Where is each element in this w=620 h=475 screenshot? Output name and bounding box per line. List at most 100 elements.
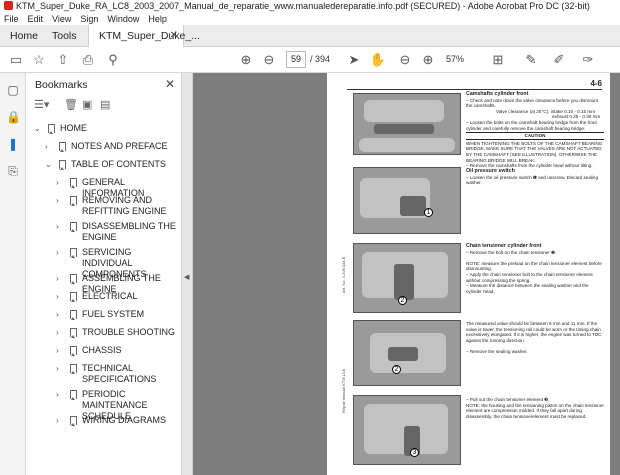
acrobat-logo-icon <box>4 1 13 10</box>
page-number-input[interactable]: 59 <box>286 51 306 68</box>
menu-window[interactable]: Window <box>107 14 139 24</box>
print-icon[interactable]: ⎙ <box>79 51 97 69</box>
chevron-right-icon[interactable]: › <box>56 328 64 337</box>
chevron-down-icon[interactable]: ⌄ <box>45 160 53 169</box>
attachments-icon[interactable]: ⎘ <box>6 164 20 178</box>
heading-chain-tensioner: Chain tensioner cylinder front <box>466 243 542 249</box>
chevron-right-icon[interactable]: › <box>56 274 64 283</box>
bookmark-icon <box>48 124 55 134</box>
comment-icon[interactable]: ✎ <box>522 51 540 69</box>
tab-tools[interactable]: Tools <box>42 25 86 47</box>
bookmark-icon <box>70 364 77 374</box>
create-pdf-icon[interactable]: ▭ <box>7 51 25 69</box>
upload-icon[interactable]: ⇧ <box>54 51 72 69</box>
highlight-icon[interactable]: ✐ <box>550 51 568 69</box>
zoom-in-icon[interactable]: ⊕ <box>419 51 437 69</box>
callout-2b: 2 <box>392 365 401 374</box>
bookmark-icon <box>59 142 66 152</box>
menu-help[interactable]: Help <box>148 14 167 24</box>
lock-icon[interactable]: 🔒 <box>6 110 21 124</box>
document-view[interactable]: 4-6 1 2 2 3 Art. No. 3.206.044-E Repair … <box>193 73 620 475</box>
tensioner-line-4: – Measure the distance between the seali… <box>466 283 589 294</box>
chevron-right-icon[interactable]: › <box>56 390 64 399</box>
main-toolbar: ▭ ☆ ⇧ ⎙ ⚲ ⊕ ⊖ 59 / 394 ➤ ✋ ⊖ ⊕ 57% ⊞ ✎ ✐… <box>0 47 620 73</box>
page-total: / 394 <box>310 54 331 64</box>
bookmark-label: WIRING DIAGRAMS <box>82 415 167 425</box>
bookmark-icon <box>70 248 77 258</box>
sign-icon[interactable]: ✑ <box>579 51 597 69</box>
window-title-bar: KTM_Super_Duke_RA_LC8_2003_2007_Manual_d… <box>0 0 620 13</box>
caution-text: WHEN TIGHTENING THE BOLTS OF THE CAMSHAF… <box>466 140 603 163</box>
collapse-panel-icon[interactable]: ◀ <box>184 273 189 281</box>
callout-1: 1 <box>424 208 433 217</box>
chevron-right-icon[interactable]: › <box>45 142 53 151</box>
tab-bar: Home Tools KTM_Super_Duke_... ✕ <box>0 25 620 48</box>
menu-edit[interactable]: Edit <box>28 14 44 24</box>
previous-page-icon[interactable]: ⊕ <box>237 51 255 69</box>
hand-tool-icon[interactable]: ✋ <box>369 51 387 69</box>
chevron-down-icon[interactable]: ⌄ <box>34 124 42 133</box>
tab-document[interactable]: KTM_Super_Duke_... ✕ <box>88 25 200 48</box>
new-bookmark-icon[interactable]: ▣ <box>82 98 92 111</box>
fit-page-icon[interactable]: ⊞ <box>489 51 507 69</box>
chevron-right-icon[interactable]: › <box>56 178 64 187</box>
section-camshafts: Camshafts cylinder front – Check and not… <box>466 91 604 169</box>
page-thumbnails-icon[interactable]: ▢ <box>6 83 20 97</box>
close-panel-icon[interactable]: ✕ <box>165 77 175 91</box>
oil-pressure-line-1: – Loosen the oil pressure switch ❶ and u… <box>466 174 599 186</box>
camshafts-line-2: Valve clearance (at 20°C): intake 0.10 -… <box>496 108 596 114</box>
tensioner-bolt-photo: 2 <box>353 320 461 386</box>
side-manual-label: Repair manual KTM LC8 <box>341 368 346 413</box>
chevron-right-icon[interactable]: › <box>56 248 64 257</box>
bookmark-label: REMOVING AND REFITTING ENGINE <box>82 195 167 216</box>
chevron-right-icon[interactable]: › <box>56 346 64 355</box>
bookmark-icon <box>70 346 77 356</box>
close-tab-icon[interactable]: ✕ <box>170 25 178 47</box>
tensioner-element-photo: 3 <box>353 395 461 465</box>
callout-2a: 2 <box>398 296 407 305</box>
bookmark-icon <box>70 292 77 302</box>
chevron-right-icon[interactable]: › <box>56 292 64 301</box>
header-rule <box>347 89 602 90</box>
bookmark-icon <box>70 196 77 206</box>
menu-sign[interactable]: Sign <box>80 14 98 24</box>
menu-view[interactable]: View <box>52 14 71 24</box>
bookmark-icon <box>70 416 77 426</box>
bookmark-icon <box>70 390 77 400</box>
tag-bookmark-icon[interactable]: ▤ <box>100 98 110 111</box>
chevron-right-icon[interactable]: › <box>56 364 64 373</box>
bookmark-label: NOTES AND PREFACE <box>71 141 168 151</box>
measured-line-1: The measured value should be between 6 m… <box>466 321 602 343</box>
bookmark-icon <box>70 274 77 284</box>
bookmark-label: HOME <box>60 123 87 133</box>
options-menu-icon[interactable]: ☰▾ <box>34 98 49 111</box>
bookmark-icon <box>70 310 77 320</box>
chevron-right-icon[interactable]: › <box>56 196 64 205</box>
bookmarks-panel-icon[interactable]: ❚ <box>6 137 20 151</box>
bookmark-icon <box>70 328 77 338</box>
chevron-right-icon[interactable]: › <box>56 222 64 231</box>
zoom-out-icon[interactable]: ⊖ <box>396 51 414 69</box>
zoom-level-select[interactable]: 57% <box>446 51 464 68</box>
chevron-right-icon[interactable]: › <box>56 310 64 319</box>
delete-bookmark-icon[interactable]: 🗑 <box>64 98 78 111</box>
search-icon[interactable]: ⚲ <box>104 51 122 69</box>
chevron-right-icon[interactable]: › <box>56 416 64 425</box>
bookmark-label: TECHNICAL SPECIFICATIONS <box>82 363 157 384</box>
menu-file[interactable]: File <box>4 14 19 24</box>
heading-oil-pressure: Oil pressure switch <box>466 168 515 174</box>
tab-home[interactable]: Home <box>0 25 42 47</box>
next-page-icon[interactable]: ⊖ <box>260 51 278 69</box>
select-cursor-icon[interactable]: ➤ <box>345 51 363 69</box>
camshafts-line-1: – Check and note down the valve clearanc… <box>466 97 599 109</box>
bookmark-star-icon[interactable]: ☆ <box>30 51 48 69</box>
section-oil-pressure: Oil pressure switch – Loosen the oil pre… <box>466 168 604 186</box>
camshafts-line-4: – Loosen the bolts on the camshaft beari… <box>466 119 597 131</box>
pullout-line-1: – Pull out the chain tensioner element ❸… <box>466 397 550 402</box>
panel-splitter[interactable]: ◀ <box>181 73 193 475</box>
bookmarks-title: Bookmarks <box>35 79 88 91</box>
tensioner-line-1: – Remove the bolt on the chain tensioner… <box>466 249 557 255</box>
pdf-page: 4-6 1 2 2 3 Art. No. 3.206.044-E Repair … <box>327 73 610 475</box>
pullout-line-2: NOTE: the housing and the tensioning pis… <box>466 402 604 419</box>
measured-line-2: – Remove the sealing washer. <box>466 348 528 354</box>
